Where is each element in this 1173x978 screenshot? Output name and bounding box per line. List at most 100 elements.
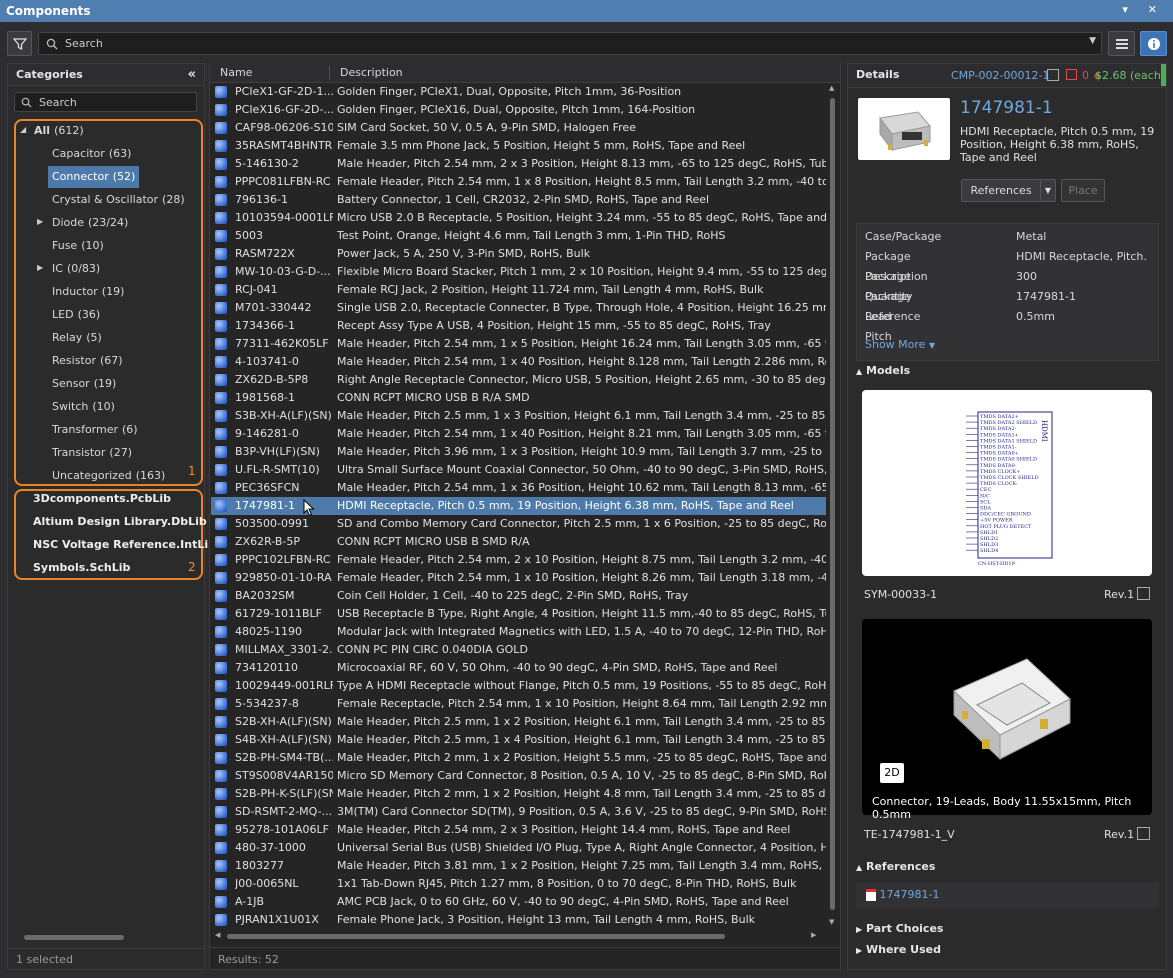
view-menu-button[interactable] — [1108, 31, 1135, 56]
table-row[interactable]: CAF98-06206-S100 SIM Card Socket, 50 V, 0… — [211, 119, 826, 137]
table-row[interactable]: 10029449-001RLF Type A HDMI Receptacle wi… — [211, 677, 826, 695]
references-section-header[interactable]: ▲ References — [856, 860, 935, 873]
table-row[interactable]: S2B-XH-A(LF)(SN) Male Header, Pitch 2.5 m… — [211, 713, 826, 731]
table-row[interactable]: MILLMAX_3301-2... CONN PC PIN CIRC 0.040D… — [211, 641, 826, 659]
table-row[interactable]: 95278-101A06LF Male Header, Pitch 2.54 mm… — [211, 821, 826, 839]
category-item[interactable]: IC (0/83) — [52, 258, 100, 280]
table-row[interactable]: J00-0065NL 1x1 Tab-Down RJ45, Pitch 1.27 … — [211, 875, 826, 893]
category-item[interactable]: Sensor (19) — [52, 373, 116, 395]
category-item[interactable]: Relay (5) — [52, 327, 102, 349]
table-row[interactable]: A-1JB AMC PCB Jack, 0 to 60 GHz, 60 V, -4… — [211, 893, 826, 911]
table-row[interactable]: 734120110 Microcoaxial RF, 60 V, 50 Ohm, … — [211, 659, 826, 677]
category-item[interactable]: Resistor (67) — [52, 350, 123, 372]
library-item[interactable]: Symbols.SchLib — [33, 557, 130, 579]
table-row[interactable]: S4B-XH-A(LF)(SN) Male Header, Pitch 2.5 m… — [211, 731, 826, 749]
library-item[interactable]: 3Dcomponents.PcbLib — [33, 488, 171, 510]
table-row[interactable]: S3B-XH-A(LF)(SN) Male Header, Pitch 2.5 m… — [211, 407, 826, 425]
model3d-checkbox[interactable] — [1137, 827, 1150, 840]
library-item[interactable]: NSC Voltage Reference.IntLib — [33, 534, 216, 556]
table-row[interactable]: 35RASMT4BHNTRX Female 3.5 mm Phone Jack, … — [211, 137, 826, 155]
reference-link[interactable]: 1747981-1 — [880, 888, 940, 901]
category-item[interactable]: Connector (52) — [48, 166, 140, 188]
table-row[interactable]: S2B-PH-SM4-TB(... Male Header, Pitch 2 mm… — [211, 749, 826, 767]
category-item[interactable]: Crystal & Oscillator (28) — [52, 189, 185, 211]
table-row[interactable]: 9-146281-0 Male Header, Pitch 2.54 mm, 1 … — [211, 425, 826, 443]
table-row[interactable]: 480-37-1000 Universal Serial Bus (USB) Sh… — [211, 839, 826, 857]
table-row[interactable]: 1981568-1 CONN RCPT MICRO USB B R/A SMD — [211, 389, 826, 407]
table-row[interactable]: PCIeX16-GF-2D-... Golden Finger, PCIeX16,… — [211, 101, 826, 119]
search-dropdown-icon[interactable]: ▼ — [1089, 36, 1096, 46]
table-row[interactable]: PPPC102LFBN-RC Female Header, Pitch 2.54 … — [211, 551, 826, 569]
table-row[interactable]: 929850-01-10-RA Female Header, Pitch 2.54… — [211, 569, 826, 587]
categories-hscrollbar[interactable] — [16, 935, 191, 941]
table-row[interactable]: 10103594-0001LF Micro USB 2.0 B Receptacl… — [211, 209, 826, 227]
table-row[interactable]: B3P-VH(LF)(SN) Male Header, Pitch 3.96 mm… — [211, 443, 826, 461]
grid-vscrollbar[interactable]: ▲ ▼ — [827, 84, 839, 930]
category-item[interactable]: Uncategorized (163) — [52, 465, 165, 487]
symbol-checkbox[interactable] — [1137, 587, 1150, 600]
filter-button[interactable] — [7, 31, 32, 56]
scroll-right-icon[interactable]: ▶ — [811, 931, 816, 939]
table-row[interactable]: ZX62R-B-5P CONN RCPT MICRO USB B SMD R/A — [211, 533, 826, 551]
grid-hscrollbar[interactable]: ◀ ▶ — [215, 931, 825, 941]
window-controls[interactable]: ▾ ✕ — [1122, 3, 1165, 16]
table-row[interactable]: U.FL-R-SMT(10) Ultra Small Surface Mount … — [211, 461, 826, 479]
table-row[interactable]: ZX62D-B-5P8 Right Angle Receptacle Connec… — [211, 371, 826, 389]
category-item[interactable]: Transformer (6) — [52, 419, 138, 441]
table-row[interactable]: PPPC081LFBN-RC Female Header, Pitch 2.54 … — [211, 173, 826, 191]
col-divider[interactable] — [329, 66, 330, 80]
main-search-input[interactable]: Search ▼ — [38, 32, 1102, 55]
info-button[interactable] — [1140, 31, 1167, 56]
table-row[interactable]: 5003 Test Point, Orange, Height 4.6 mm, T… — [211, 227, 826, 245]
scroll-up-icon[interactable]: ▲ — [829, 84, 834, 92]
table-row[interactable]: 4-103741-0 Male Header, Pitch 2.54 mm, 1 … — [211, 353, 826, 371]
category-item[interactable]: All (612) — [34, 120, 84, 142]
references-dropdown-button[interactable]: ▼ — [1040, 179, 1056, 202]
table-row[interactable]: PJRAN1X1U01X Female Phone Jack, 3 Positio… — [211, 911, 826, 929]
table-row[interactable]: PEC36SFCN Male Header, Pitch 2.54 mm, 1 x… — [211, 479, 826, 497]
table-row[interactable]: 5-146130-2 Male Header, Pitch 2.54 mm, 2 … — [211, 155, 826, 173]
table-row[interactable]: 796136-1 Battery Connector, 1 Cell, CR203… — [211, 191, 826, 209]
table-row[interactable]: 1803277 Male Header, Pitch 3.81 mm, 1 x 2… — [211, 857, 826, 875]
collapse-panel-icon[interactable]: « — [188, 67, 196, 82]
reference-item[interactable]: 1747981-1 — [856, 882, 1159, 908]
category-search-input[interactable]: Search — [14, 92, 197, 112]
checkbox-icon[interactable] — [1047, 69, 1059, 81]
table-row[interactable]: PCIeX1-GF-2D-1... Golden Finger, PCIeX1, … — [211, 83, 826, 101]
table-row[interactable]: 48025-1190 Modular Jack with Integrated M… — [211, 623, 826, 641]
table-row[interactable]: 1734366-1 Recept Assy Type A USB, 4 Posit… — [211, 317, 826, 335]
collapsed-arrow-icon[interactable]: ▶ — [37, 263, 43, 272]
table-row[interactable]: SD-RSMT-2-MQ-... 3M(TM) Card Connector SD… — [211, 803, 826, 821]
place-button[interactable]: Place — [1061, 179, 1105, 202]
table-row[interactable]: 5-534237-8 Female Receptacle, Pitch 2.54 … — [211, 695, 826, 713]
where-used-section-header[interactable]: ▶ Where Used — [856, 943, 941, 956]
table-row[interactable]: RCJ-041 Female RCJ Jack, 2 Position, Heig… — [211, 281, 826, 299]
col-header-description[interactable]: Description — [340, 66, 403, 79]
category-item[interactable]: Inductor (19) — [52, 281, 124, 303]
part-choices-section-header[interactable]: ▶ Part Choices — [856, 922, 943, 935]
table-row[interactable]: 77311-462K05LF Male Header, Pitch 2.54 mm… — [211, 335, 826, 353]
table-row[interactable]: BA2032SM Coin Cell Holder, 1 Cell, -40 to… — [211, 587, 826, 605]
models-section-header[interactable]: ▲ Models — [856, 364, 910, 377]
expanded-arrow-icon[interactable]: ◢ — [20, 125, 26, 134]
category-item[interactable]: Transistor (27) — [52, 442, 132, 464]
references-button[interactable]: References — [961, 179, 1041, 202]
scroll-left-icon[interactable]: ◀ — [215, 931, 220, 939]
table-row[interactable]: RASM722X Power Jack, 5 A, 250 V, 3-Pin SM… — [211, 245, 826, 263]
table-row[interactable]: 61729-1011BLF USB Receptacle B Type, Righ… — [211, 605, 826, 623]
library-item[interactable]: Altium Design Library.DbLib — [33, 511, 207, 533]
2d-toggle-button[interactable]: 2D — [880, 763, 904, 783]
category-item[interactable]: Fuse (10) — [52, 235, 104, 257]
table-row[interactable]: ST9S008V4AR1500 Micro SD Memory Card Conn… — [211, 767, 826, 785]
table-row[interactable]: MW-10-03-G-D-... Flexible Micro Board Sta… — [211, 263, 826, 281]
category-item[interactable]: Switch (10) — [52, 396, 115, 418]
category-item[interactable]: LED (36) — [52, 304, 100, 326]
table-row[interactable]: S2B-PH-K-S(LF)(SN) Male Header, Pitch 2 m… — [211, 785, 826, 803]
model3d-preview[interactable]: 2D Connector, 19-Leads, Body 11.55x15mm,… — [862, 619, 1152, 821]
scroll-down-icon[interactable]: ▼ — [829, 918, 834, 926]
col-header-name[interactable]: Name — [220, 66, 252, 79]
show-more-link[interactable]: Show More ▼ — [865, 338, 935, 351]
category-item[interactable]: Capacitor (63) — [52, 143, 131, 165]
collapsed-arrow-icon[interactable]: ▶ — [37, 217, 43, 226]
symbol-preview[interactable]: TMDS DATA2+ TMDS DATA2 SHIELD TMDS DATA2- T… — [862, 390, 1152, 576]
